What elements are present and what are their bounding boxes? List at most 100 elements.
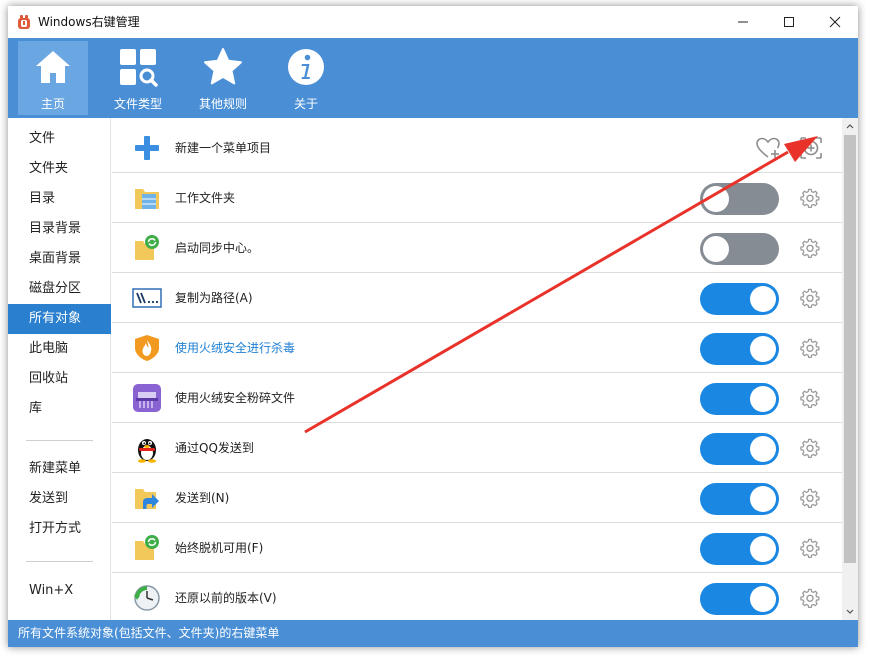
menu-item-label: 复制为路径(A) xyxy=(175,291,253,305)
toggle-knob xyxy=(750,336,776,362)
menu-item-toggle[interactable] xyxy=(700,233,779,265)
sidebar-item-folder[interactable]: 文件夹 xyxy=(8,154,111,184)
sidebar-item-desktop-background[interactable]: 桌面背景 xyxy=(8,244,111,274)
huorong-shield-icon xyxy=(135,335,159,361)
sidebar-item-open-with[interactable]: 打开方式 xyxy=(8,514,111,544)
title-bar: Windows右键管理 xyxy=(8,6,858,38)
menu-item-row: 还原以前的版本(V) xyxy=(112,573,842,620)
sync-center-icon xyxy=(135,235,159,260)
sidebar-item-file[interactable]: 文件 xyxy=(8,124,111,154)
scroll-up-button[interactable] xyxy=(842,118,858,134)
menu-item-toggle[interactable] xyxy=(700,383,779,415)
menu-item-label: 始终脱机可用(F) xyxy=(175,541,264,555)
status-bar: 所有文件系统对象(包括文件、文件夹)的右键菜单 xyxy=(8,620,858,647)
maximize-icon xyxy=(784,17,794,27)
plus-icon xyxy=(135,136,159,160)
scroll-thumb[interactable] xyxy=(844,135,856,563)
menu-item-toggle[interactable] xyxy=(700,183,779,215)
heart-add-icon[interactable] xyxy=(755,135,781,161)
close-button[interactable] xyxy=(812,6,858,38)
sidebar-item-this-pc[interactable]: 此电脑 xyxy=(8,334,111,364)
gear-icon[interactable] xyxy=(800,438,820,458)
sidebar-item-library[interactable]: 库 xyxy=(8,394,111,424)
shredder-icon xyxy=(133,384,161,412)
info-icon xyxy=(288,49,324,85)
toggle-knob xyxy=(703,186,729,212)
menu-item-label: 启动同步中心。 xyxy=(175,241,260,255)
new-menu-item-row[interactable]: 新建一个菜单项目 xyxy=(112,123,842,173)
restore-clock-icon xyxy=(134,585,160,611)
menu-item-toggle[interactable] xyxy=(700,283,779,315)
home-icon xyxy=(36,51,70,83)
star-icon xyxy=(204,48,242,85)
chevron-down-icon xyxy=(846,609,854,614)
toggle-knob xyxy=(750,386,776,412)
sidebar-item-new-menu[interactable]: 新建菜单 xyxy=(8,454,111,484)
menu-item-row: 发送到(N) xyxy=(112,473,842,523)
sidebar-item-disk-partition[interactable]: 磁盘分区 xyxy=(8,274,111,304)
new-menu-item-label: 新建一个菜单项目 xyxy=(175,141,272,155)
sidebar-divider xyxy=(26,440,93,441)
offline-sync-icon xyxy=(135,535,159,560)
tab-home[interactable]: 主页 xyxy=(18,41,88,115)
copy-path-icon xyxy=(132,288,162,308)
toggle-knob xyxy=(750,586,776,612)
scroll-down-button[interactable] xyxy=(842,604,858,620)
window-title: Windows右键管理 xyxy=(38,15,140,29)
sidebar-item-win-x[interactable]: Win+X xyxy=(8,576,111,606)
add-item-icon[interactable] xyxy=(798,135,824,161)
sidebar-divider xyxy=(26,561,93,562)
menu-item-toggle[interactable] xyxy=(700,333,779,365)
tab-about[interactable]: 关于 xyxy=(271,41,341,115)
grid-search-icon xyxy=(120,49,158,87)
menu-item-row: 使用火绒安全进行杀毒 xyxy=(112,323,842,373)
tab-other-rules-label: 其他规则 xyxy=(198,97,247,111)
gear-icon[interactable] xyxy=(800,238,820,258)
sidebar: 文件 文件夹 目录 目录背景 桌面背景 磁盘分区 所有对象 此电脑 回收站 库 … xyxy=(8,118,111,620)
sidebar-item-recycle-bin[interactable]: 回收站 xyxy=(8,364,111,394)
sidebar-item-directory[interactable]: 目录 xyxy=(8,184,111,214)
gear-icon[interactable] xyxy=(800,288,820,308)
menu-item-label: 还原以前的版本(V) xyxy=(175,591,277,605)
tab-file-types-label: 文件类型 xyxy=(113,97,162,111)
gear-icon[interactable] xyxy=(800,188,820,208)
vertical-scrollbar[interactable] xyxy=(842,118,858,620)
sidebar-item-send-to[interactable]: 发送到 xyxy=(8,484,111,514)
minimize-button[interactable] xyxy=(720,6,766,38)
chevron-up-icon xyxy=(846,124,854,129)
toggle-knob xyxy=(750,286,776,312)
tab-file-types[interactable]: 文件类型 xyxy=(103,41,173,115)
menu-item-row: 工作文件夹 xyxy=(112,173,842,223)
gear-icon[interactable] xyxy=(800,388,820,408)
close-icon xyxy=(829,16,841,28)
menu-item-row: 使用火绒安全粉碎文件 xyxy=(112,373,842,423)
gear-icon[interactable] xyxy=(800,488,820,508)
sidebar-item-all-objects[interactable]: 所有对象 xyxy=(8,304,111,334)
sidebar-item-directory-background[interactable]: 目录背景 xyxy=(8,214,111,244)
menu-item-label: 使用火绒安全进行杀毒 xyxy=(175,341,296,355)
toggle-knob xyxy=(750,436,776,462)
menu-item-row: 通过QQ发送到 xyxy=(112,423,842,473)
toggle-knob xyxy=(750,486,776,512)
menu-item-toggle[interactable] xyxy=(700,583,779,615)
main-toolbar: 主页 文件类型 其他规则 关于 xyxy=(8,38,858,118)
gear-icon[interactable] xyxy=(800,538,820,558)
gear-icon[interactable] xyxy=(800,588,820,608)
tab-other-rules[interactable]: 其他规则 xyxy=(188,41,258,115)
tab-about-label: 关于 xyxy=(293,97,318,111)
menu-item-toggle[interactable] xyxy=(700,533,779,565)
menu-item-toggle[interactable] xyxy=(700,483,779,515)
maximize-button[interactable] xyxy=(766,6,812,38)
minimize-icon xyxy=(738,21,748,23)
menu-item-toggle[interactable] xyxy=(700,433,779,465)
menu-item-label: 工作文件夹 xyxy=(175,191,236,205)
menu-item-row: 启动同步中心。 xyxy=(112,223,842,273)
menu-item-list: 新建一个菜单项目 工作文件夹 启动同步中心。 复制为路径(A) 使用火绒安全进行… xyxy=(112,118,842,620)
tab-home-label: 主页 xyxy=(40,97,65,111)
app-window: Windows右键管理 主页 文件类型 其他规则 关于 文件 文件夹 目录 目录… xyxy=(8,6,858,647)
toggle-knob xyxy=(750,536,776,562)
gear-icon[interactable] xyxy=(800,338,820,358)
work-folder-icon xyxy=(135,189,159,209)
menu-item-label: 使用火绒安全粉碎文件 xyxy=(175,391,296,405)
app-icon xyxy=(18,15,30,29)
